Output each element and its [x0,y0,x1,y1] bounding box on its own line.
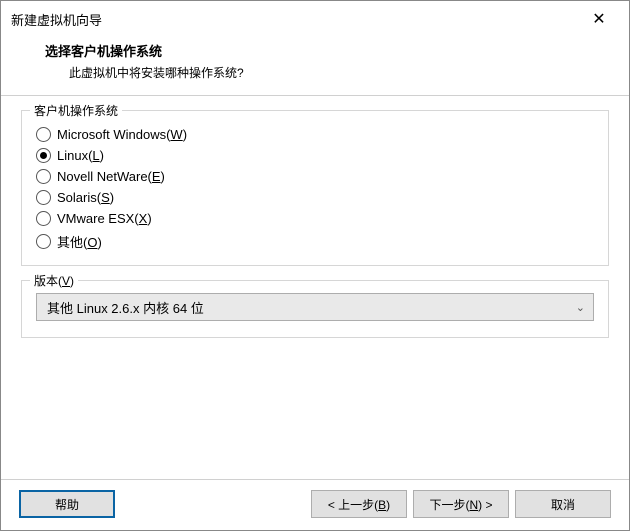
titlebar: 新建虚拟机向导 ✕ [1,1,629,35]
radio-icon [36,234,51,249]
back-button-label: < 上一步(B) [328,496,390,513]
page-title: 选择客户机操作系统 [45,41,605,60]
wizard-window: 新建虚拟机向导 ✕ 选择客户机操作系统 此虚拟机中将安装哪种操作系统? 客户机操… [0,0,630,531]
wizard-content: 客户机操作系统 Microsoft Windows(W) Linux(L) No… [1,96,629,479]
radio-label: 其他(O) [57,232,102,251]
radio-icon [36,148,51,163]
radio-solaris[interactable]: Solaris(S) [36,190,594,205]
radio-vmware-esx[interactable]: VMware ESX(X) [36,211,594,226]
radio-windows[interactable]: Microsoft Windows(W) [36,127,594,142]
back-button[interactable]: < 上一步(B) [311,490,407,518]
chevron-down-icon: ⌄ [576,301,585,314]
next-button-label: 下一步(N) > [429,496,492,513]
radio-icon [36,211,51,226]
guest-os-group: 客户机操作系统 Microsoft Windows(W) Linux(L) No… [21,110,609,266]
version-selected-value: 其他 Linux 2.6.x 内核 64 位 [47,298,204,317]
close-icon: ✕ [592,9,605,29]
next-button[interactable]: 下一步(N) > [413,490,509,518]
radio-label: Solaris(S) [57,190,114,205]
radio-icon [36,127,51,142]
guest-os-radio-list: Microsoft Windows(W) Linux(L) Novell Net… [36,123,594,251]
wizard-footer: 帮助 < 上一步(B) 下一步(N) > 取消 [1,479,629,530]
help-button[interactable]: 帮助 [19,490,115,518]
radio-label: VMware ESX(X) [57,211,152,226]
radio-novell-netware[interactable]: Novell NetWare(E) [36,169,594,184]
cancel-button-label: 取消 [551,496,575,513]
radio-icon [36,169,51,184]
version-group: 版本(V) 其他 Linux 2.6.x 内核 64 位 ⌄ [21,280,609,338]
radio-label: Linux(L) [57,148,104,163]
page-subtitle: 此虚拟机中将安装哪种操作系统? [45,64,605,81]
wizard-header: 选择客户机操作系统 此虚拟机中将安装哪种操作系统? [1,35,629,96]
help-button-label: 帮助 [55,496,79,513]
guest-os-group-label: 客户机操作系统 [30,102,122,119]
radio-label: Microsoft Windows(W) [57,127,187,142]
cancel-button[interactable]: 取消 [515,490,611,518]
radio-icon [36,190,51,205]
radio-other[interactable]: 其他(O) [36,232,594,251]
radio-label: Novell NetWare(E) [57,169,165,184]
close-button[interactable]: ✕ [579,7,619,31]
radio-linux[interactable]: Linux(L) [36,148,594,163]
version-group-label: 版本(V) [30,272,78,289]
version-dropdown[interactable]: 其他 Linux 2.6.x 内核 64 位 ⌄ [36,293,594,321]
window-title: 新建虚拟机向导 [11,10,102,29]
